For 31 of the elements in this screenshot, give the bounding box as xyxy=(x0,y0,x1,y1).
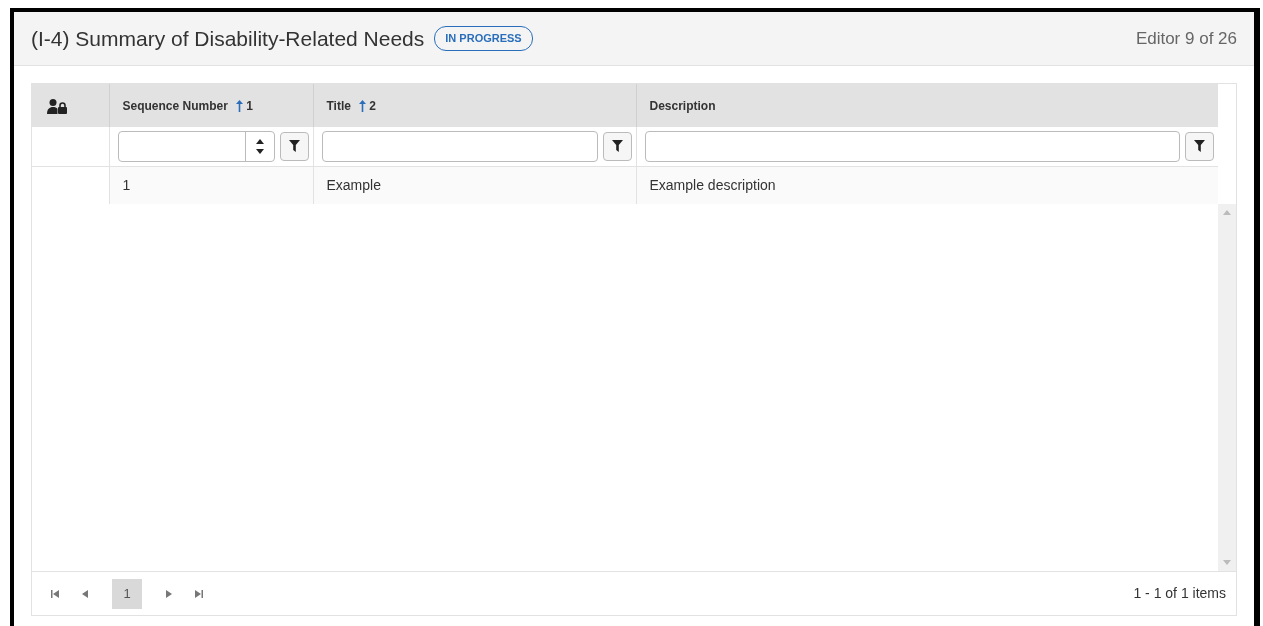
status-badge: IN PROGRESS xyxy=(434,26,533,51)
sort-ascending-icon xyxy=(235,100,243,113)
filter-icon xyxy=(1194,140,1205,153)
editor-position: Editor 9 of 26 xyxy=(1135,27,1237,50)
next-page-icon xyxy=(166,589,172,598)
filter-field[interactable] xyxy=(644,130,1180,162)
table-cell: Example xyxy=(326,176,381,193)
filter-icon xyxy=(611,140,623,153)
previous-page-icon xyxy=(82,589,88,598)
column-header[interactable]: Title xyxy=(326,98,351,113)
pager-summary: 1 - 1 of 1 items xyxy=(1133,584,1226,603)
column-header[interactable]: Sequence Number xyxy=(122,98,228,113)
increment-icon[interactable] xyxy=(255,138,264,144)
filter-icon xyxy=(288,140,300,153)
filter-field[interactable] xyxy=(321,130,598,162)
sort-order: 2 xyxy=(368,98,376,113)
filter-button[interactable] xyxy=(602,131,632,161)
numeric-filter-field[interactable] xyxy=(117,130,275,162)
decrement-icon[interactable] xyxy=(255,148,264,154)
user-lock-icon xyxy=(47,98,69,114)
filter-button[interactable] xyxy=(279,131,309,161)
page-title: (I-4) Summary of Disability-Related Needs xyxy=(31,25,425,52)
sort-ascending-icon xyxy=(358,100,366,113)
filter-button[interactable] xyxy=(1185,131,1214,161)
column-header[interactable]: Description xyxy=(649,98,716,113)
sort-order: 1 xyxy=(245,98,253,113)
first-page-icon xyxy=(51,589,59,598)
page-number-button[interactable]: 1 xyxy=(112,578,142,609)
last-page-icon xyxy=(195,589,203,598)
table-cell: Example description xyxy=(649,176,776,193)
table-cell: 1 xyxy=(122,176,131,193)
